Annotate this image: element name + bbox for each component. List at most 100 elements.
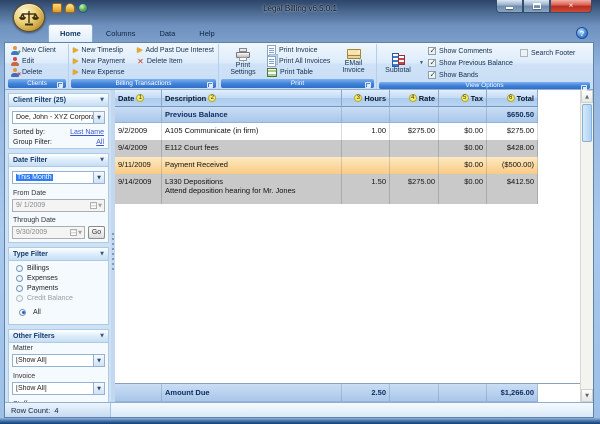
invoice-label: Invoice xyxy=(9,371,108,381)
show-bands-checkbox[interactable]: Show Bands xyxy=(428,69,520,81)
column-number-badge: 4 xyxy=(409,94,417,102)
radio-all[interactable]: All xyxy=(9,303,108,321)
maximize-button[interactable] xyxy=(523,0,550,13)
envelope-icon xyxy=(347,49,361,59)
table-row[interactable]: 9/4/2009 E112 Court fees $0.00 $428.00 xyxy=(115,140,538,157)
chevron-down-icon: ▼ xyxy=(100,251,104,257)
date-preset-select[interactable]: This Month ▼ xyxy=(12,171,105,184)
row-description: L330 Depositions xyxy=(165,177,338,186)
application-window: Legal Billing v6.5.0.1 × Home Columns Da… xyxy=(0,0,600,424)
invoice-select[interactable]: [Show All] ▼ xyxy=(12,382,105,395)
table-row[interactable]: 9/2/2009 A105 Communicate (in firm) 1.00… xyxy=(115,123,538,140)
scrollbar-thumb[interactable] xyxy=(582,104,592,142)
scrollbar-track[interactable] xyxy=(581,143,593,389)
tab-home[interactable]: Home xyxy=(48,24,93,42)
maximize-icon xyxy=(533,3,541,9)
column-header-hours[interactable]: 3 Hours xyxy=(342,90,390,107)
show-previous-balance-checkbox[interactable]: Show Previous Balance xyxy=(428,57,520,69)
dropdown-arrow-icon: ▼ xyxy=(93,383,104,394)
quick-access-icon-1[interactable] xyxy=(52,3,62,13)
dialog-launcher-icon[interactable] xyxy=(365,82,371,88)
radio-billings[interactable]: Billings xyxy=(9,263,108,273)
new-client-button[interactable]: + New Client xyxy=(8,45,66,56)
group-filter-link[interactable]: All xyxy=(96,139,104,146)
column-header-date[interactable]: Date 1 xyxy=(115,90,162,107)
vertical-scrollbar[interactable]: ▲ ▼ xyxy=(580,90,593,402)
ribbon-group-clients: + New Client Edit × Delete Clients xyxy=(6,44,69,89)
sidebar-splitter[interactable] xyxy=(111,90,115,402)
ribbon-group-print: Print Settings Print Invoice Print All I… xyxy=(219,44,377,89)
go-button[interactable]: Go xyxy=(88,226,105,239)
delete-client-button[interactable]: × Delete xyxy=(8,67,66,78)
print-all-invoices-button[interactable]: Print All Invoices xyxy=(265,56,333,67)
billing-grid: Date 1 Description 2 3 Hours 4 Rate xyxy=(115,90,580,402)
subtotal-dropdown-arrow[interactable]: ▼ xyxy=(419,60,424,66)
sorted-by-link[interactable]: Last Name xyxy=(70,129,104,136)
dialog-launcher-icon[interactable] xyxy=(57,82,63,88)
tab-data[interactable]: Data xyxy=(148,25,186,42)
subtotal-button[interactable]: Subtotal xyxy=(379,45,417,81)
tab-columns[interactable]: Columns xyxy=(95,25,147,42)
row-comment: Attend deposition hearing for Mr. Jones xyxy=(165,186,338,195)
column-header-total[interactable]: 6 Total xyxy=(487,90,538,107)
email-invoice-button[interactable]: EMail Invoice xyxy=(333,45,374,78)
scroll-down-button[interactable]: ▼ xyxy=(581,389,593,402)
edit-client-button[interactable]: Edit xyxy=(8,56,66,67)
type-filter-header[interactable]: Type Filter ▼ xyxy=(9,248,108,261)
checkbox-unchecked-icon xyxy=(520,49,528,57)
minimize-button[interactable] xyxy=(496,0,523,13)
through-date-field[interactable]: 9/30/2009 ▼ xyxy=(12,226,85,239)
column-header-description[interactable]: Description 2 xyxy=(162,90,342,107)
search-footer-checkbox[interactable]: Search Footer xyxy=(520,47,590,59)
person-edit-icon xyxy=(10,57,19,66)
close-button[interactable]: × xyxy=(550,0,592,13)
date-filter-header[interactable]: Date Filter ▼ xyxy=(9,154,108,167)
previous-balance-row[interactable]: Previous Balance $650.50 xyxy=(115,107,538,123)
print-table-button[interactable]: Print Table xyxy=(265,67,333,78)
table-row[interactable]: 9/14/2009 L330 Depositions Attend deposi… xyxy=(115,174,538,204)
other-filters-header[interactable]: Other Filters ▼ xyxy=(9,330,108,343)
column-number-badge: 5 xyxy=(461,94,469,102)
client-select[interactable]: Doe, John - XYZ Corporation ▼ xyxy=(12,111,105,124)
documents-stack-icon xyxy=(267,56,276,67)
payment-row[interactable]: 9/11/2009 Payment Received $0.00 ($500.0… xyxy=(115,157,538,174)
radio-icon xyxy=(16,275,23,282)
new-expense-button[interactable]: ▶ New Expense xyxy=(71,67,135,78)
window-titlebar: Legal Billing v6.5.0.1 × xyxy=(0,0,600,20)
column-header-rate[interactable]: 4 Rate xyxy=(390,90,439,107)
radio-payments[interactable]: Payments xyxy=(9,283,108,293)
add-past-due-interest-button[interactable]: ▶ Add Past Due Interest xyxy=(135,45,216,56)
print-invoice-button[interactable]: Print Invoice xyxy=(265,45,333,56)
new-timeslip-button[interactable]: ▶ New Timeslip xyxy=(71,45,135,56)
calendar-dropdown-icon[interactable]: ▼ xyxy=(90,202,104,209)
column-header-tax[interactable]: 5 Tax xyxy=(439,90,487,107)
calendar-dropdown-icon[interactable]: ▼ xyxy=(70,229,84,236)
quick-access-icon-3[interactable] xyxy=(78,3,88,13)
person-delete-icon: × xyxy=(10,68,19,77)
radio-icon xyxy=(16,265,23,272)
dialog-launcher-icon[interactable] xyxy=(207,82,213,88)
group-filter-label: Group Filter: xyxy=(13,139,52,146)
dialog-launcher-icon[interactable] xyxy=(581,85,587,91)
column-number-badge: 3 xyxy=(354,94,362,102)
delete-item-button[interactable]: ✕ Delete Item xyxy=(135,56,216,67)
radio-selected-icon xyxy=(19,309,26,316)
app-menu-button[interactable] xyxy=(13,3,45,32)
through-date-label: Through Date xyxy=(9,215,108,225)
red-x-icon: ✕ xyxy=(137,57,144,66)
ribbon-caption-billing-transactions: Billing Transactions xyxy=(71,79,216,88)
grid-footer: Amount Due 2.50 $1,266.00 xyxy=(115,383,580,402)
dropdown-arrow-icon: ▼ xyxy=(93,355,104,366)
new-payment-button[interactable]: ▶ New Payment xyxy=(71,56,135,67)
quick-access-icon-2[interactable] xyxy=(65,3,75,13)
radio-expenses[interactable]: Expenses xyxy=(9,273,108,283)
from-date-field[interactable]: 9/ 1/2009 ▼ xyxy=(12,199,105,212)
show-comments-checkbox[interactable]: Show Comments xyxy=(428,45,520,57)
print-settings-button[interactable]: Print Settings xyxy=(221,45,265,78)
client-filter-header[interactable]: Client Filter (25) ▼ xyxy=(9,94,108,107)
scales-of-justice-icon xyxy=(19,8,39,28)
tab-help[interactable]: Help xyxy=(188,25,225,42)
help-icon[interactable]: ? xyxy=(576,27,588,39)
scroll-up-button[interactable]: ▲ xyxy=(581,90,593,103)
matter-select[interactable]: [Show All] ▼ xyxy=(12,354,105,367)
